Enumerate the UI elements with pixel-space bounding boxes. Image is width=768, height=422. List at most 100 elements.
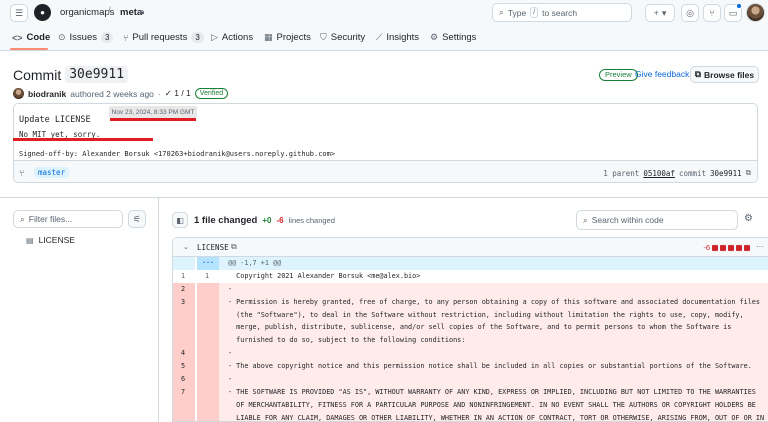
new-line-number[interactable] [197, 398, 219, 412]
new-line-number[interactable] [197, 385, 219, 399]
additions-count: +0 [262, 216, 272, 225]
new-line-number[interactable] [197, 411, 219, 421]
new-line-number[interactable] [197, 373, 219, 386]
meta-separator: · [157, 88, 161, 99]
hamburger-menu-icon[interactable]: ☰ [10, 4, 28, 22]
pull-requests-icon[interactable]: ⑂ [703, 4, 721, 22]
new-line-number[interactable] [197, 360, 219, 374]
old-line-number[interactable]: 3 [173, 295, 195, 309]
line-code: - [219, 282, 768, 296]
sidebar-divider[interactable] [158, 198, 159, 422]
gutter [173, 257, 195, 270]
verified-badge[interactable]: Verified [194, 88, 229, 99]
old-line-number[interactable]: 4 [173, 347, 195, 361]
filter-files-input[interactable]: ⌕ Filter files... [13, 210, 123, 228]
new-line-number[interactable] [197, 321, 219, 335]
parent-sha-link[interactable]: 05100af [643, 169, 675, 178]
search-within-code-input[interactable]: ⌕ Search within code [576, 210, 738, 230]
author-avatar[interactable] [13, 88, 24, 99]
new-line-number[interactable] [197, 295, 219, 309]
deleted-line: 7 - THE SOFTWARE IS PROVIDED "AS IS", WIT… [173, 385, 768, 399]
old-line-number[interactable] [173, 334, 195, 348]
tab-issues[interactable]: ⊙ Issues 3 [58, 32, 114, 43]
old-line-number[interactable]: 7 [173, 385, 195, 399]
graph-icon: ⟋ [376, 32, 383, 42]
chevron-down-icon[interactable]: ⌄ [183, 243, 189, 251]
line-code: Copyright 2021 Alexander Borsuk <me@alex… [219, 269, 768, 283]
breadcrumb-owner[interactable]: organicmaps [60, 7, 114, 18]
commit-sha-pill[interactable]: 30e9911 [65, 66, 129, 83]
filter-placeholder: Filter files... [28, 214, 73, 224]
expand-hunk-icon[interactable]: ··· [197, 257, 219, 270]
breadcrumb-repo[interactable]: meta [120, 7, 142, 18]
issues-count-badge: 3 [101, 32, 114, 43]
tab-security-label: Security [330, 32, 366, 43]
hunk-text: @@ -1,7 +1 @@ [219, 257, 768, 270]
deletions-count: -6 [276, 216, 284, 225]
filter-options-button[interactable]: ⚟ [128, 210, 146, 228]
parent-label: 1 parent [603, 168, 640, 178]
checks-status[interactable]: ✓ 1 / 1 [165, 88, 191, 99]
old-line-number[interactable] [173, 411, 195, 421]
authored-time[interactable]: authored 2 weeks ago [70, 89, 154, 99]
git-branch-icon: ⑂ [19, 168, 25, 178]
copy-icon[interactable]: ⧉ [231, 242, 237, 252]
branch-label[interactable]: master [34, 167, 70, 178]
old-line-number[interactable] [173, 308, 195, 322]
sidebar-collapse-icon[interactable]: ◧ [172, 212, 188, 228]
give-feedback-link[interactable]: Give feedback [635, 69, 689, 79]
issues-icon[interactable]: ◎ [681, 4, 699, 22]
tab-pull-requests-label: Pull requests [132, 32, 188, 43]
old-line-number[interactable]: 2 [173, 282, 195, 296]
annotation-underline [110, 118, 196, 121]
tab-security[interactable]: ⛉ Security [320, 32, 365, 43]
play-icon: ▷ [211, 32, 218, 42]
old-line-number[interactable] [173, 321, 195, 335]
line-code: - Permission is hereby granted, free of … [219, 295, 768, 309]
new-line-number[interactable] [197, 334, 219, 348]
tab-settings[interactable]: ⚙ Settings [430, 32, 476, 43]
active-tab-indicator [10, 48, 48, 50]
gear-icon[interactable]: ⚙ [744, 213, 753, 224]
old-line-number[interactable]: 5 [173, 360, 195, 374]
file-tree-item[interactable]: ▤ LICENSE [26, 235, 75, 245]
deleted-line: 5 - The above copyright notice and this p… [173, 360, 768, 374]
browse-files-button[interactable]: ⧉ Browse files [690, 66, 759, 83]
new-line-number[interactable] [197, 308, 219, 322]
author-link[interactable]: biodranik [28, 89, 66, 99]
line-code: (the "Software"), to deal in the Softwar… [219, 308, 768, 322]
global-search-input[interactable]: ⌕ Type / to search [492, 3, 632, 22]
section-divider [0, 197, 768, 198]
new-line-number[interactable] [197, 282, 219, 296]
lines-changed-label: lines changed [288, 216, 335, 225]
tab-pull-requests[interactable]: ⑂ Pull requests 3 [123, 32, 204, 43]
gear-icon: ⚙ [430, 32, 439, 42]
line-code: - THE SOFTWARE IS PROVIDED "AS IS", WITH… [219, 385, 768, 399]
new-line-number[interactable]: 1 [197, 270, 219, 283]
new-line-number[interactable] [197, 347, 219, 361]
old-line-number[interactable]: 6 [173, 373, 195, 386]
diffstat-count: -6 [703, 243, 710, 252]
lock-icon: 🔒︎ [140, 7, 145, 16]
old-line-number[interactable]: 1 [173, 270, 195, 283]
diff-filename[interactable]: LICENSE [197, 243, 229, 252]
code-icon: <> [12, 32, 23, 43]
chevron-down-icon: ▾ [661, 7, 667, 18]
copy-icon[interactable]: ⧉ [746, 168, 751, 178]
line-code: merge, publish, distribute, sublicense, … [219, 321, 768, 335]
github-logo-icon[interactable]: ● [34, 4, 51, 21]
tab-projects[interactable]: ▦ Projects [264, 32, 311, 43]
tab-actions[interactable]: ▷ Actions [211, 32, 253, 43]
old-line-number[interactable] [173, 398, 195, 412]
diffstat-block [736, 244, 742, 251]
tab-insights-label: Insights [386, 32, 420, 43]
commit-footer: ⑂ master 1 parent 05100af commit 30e9911… [14, 160, 757, 182]
create-new-button[interactable]: + ▾ [645, 4, 675, 22]
commit-signoff: Signed-off-by: Alexander Borsuk <170263+… [19, 150, 336, 158]
user-avatar[interactable] [746, 3, 765, 22]
kebab-horizontal-icon[interactable]: ··· [756, 242, 764, 251]
tab-insights[interactable]: ⟋ Insights [376, 32, 419, 43]
global-header: ☰ ● organicmaps / meta 🔒︎ ⌕ Type / to se… [0, 0, 768, 26]
tab-code[interactable]: <> Code [12, 32, 50, 43]
line-code: LIABLE FOR ANY CLAIM, DAMAGES OR OTHER L… [219, 411, 768, 421]
